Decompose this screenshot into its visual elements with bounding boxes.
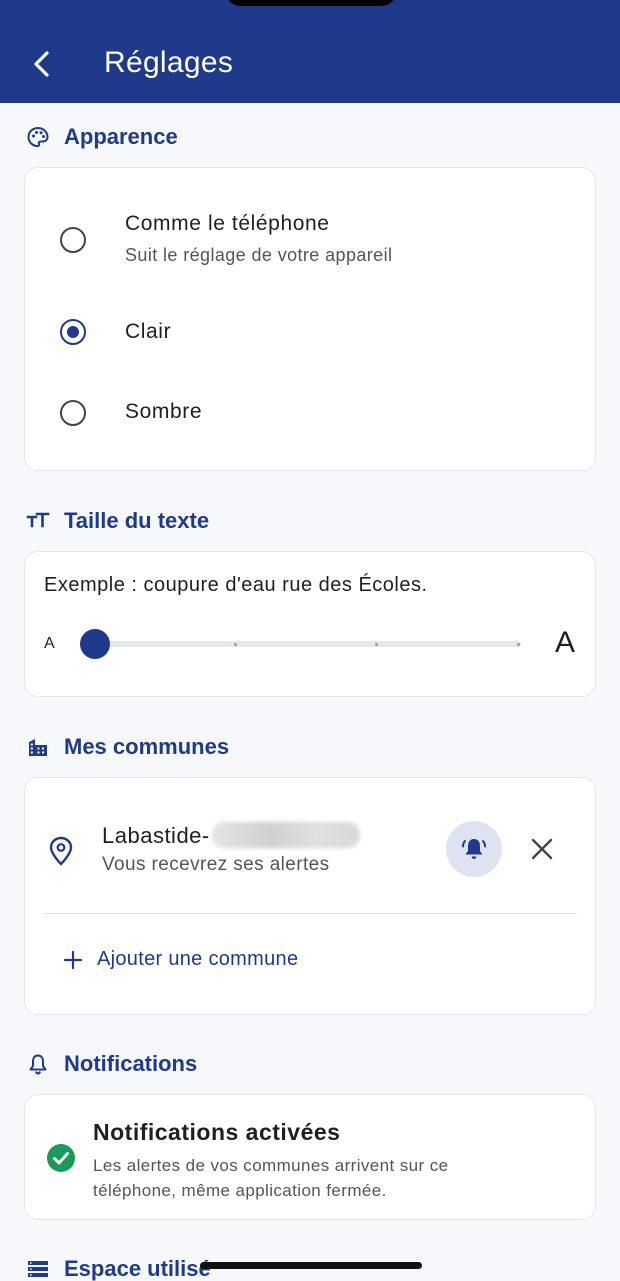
plus-icon <box>63 950 83 969</box>
section-title-text: Taille du texte <box>64 508 210 533</box>
appearance-option-dark[interactable]: Sombre <box>25 378 595 448</box>
section-title-storage: Espace utilisé <box>26 1256 211 1281</box>
check-circle-icon <box>46 1143 76 1173</box>
list-icon <box>26 1257 50 1281</box>
option-label: Comme le téléphone <box>125 212 330 235</box>
text-size-icon <box>26 509 50 533</box>
buildings-icon <box>26 735 50 759</box>
text-size-slider-track[interactable] <box>93 641 521 647</box>
section-title-notifications: Notifications <box>26 1051 197 1077</box>
section-title-text: Mes communes <box>64 734 230 759</box>
appearance-option-light[interactable]: Clair <box>25 298 595 368</box>
text-size-sample: Exemple : coupure d'eau rue des Écoles. <box>44 574 428 596</box>
option-subtitle: Suit le réglage de votre appareil <box>125 245 393 265</box>
camera-notch <box>226 0 396 6</box>
redacted-name <box>211 822 360 848</box>
slider-tick <box>375 642 378 646</box>
add-commune-label: Ajouter une commune <box>97 948 299 970</box>
home-indicator <box>200 1262 422 1269</box>
commune-subtitle: Vous recevrez ses alertes <box>102 854 330 875</box>
text-size-slider-thumb[interactable] <box>80 629 110 659</box>
close-icon <box>531 838 553 860</box>
text-size-large-label: A <box>555 626 576 659</box>
divider <box>44 913 577 914</box>
appearance-option-system[interactable]: Comme le téléphone Suit le réglage de vo… <box>25 168 595 308</box>
slider-tick <box>234 642 237 646</box>
notifications-status-title: Notifications activées <box>93 1119 341 1145</box>
palette-icon <box>26 125 50 149</box>
chevron-left-icon <box>34 51 49 77</box>
commune-name: Labastide- <box>102 822 360 849</box>
appearance-card: Comme le téléphone Suit le réglage de vo… <box>24 167 596 471</box>
commune-name-text: Labastide- <box>102 823 210 848</box>
section-title-text: Notifications <box>64 1051 198 1076</box>
bell-ringing-icon <box>462 839 486 859</box>
option-label: Sombre <box>125 400 203 423</box>
communes-card: Labastide- Vous recevrez ses alertes Ajo… <box>24 777 596 1015</box>
section-title-appearance: Apparence <box>26 124 178 150</box>
text-size-card: Exemple : coupure d'eau rue des Écoles. … <box>24 551 596 697</box>
radio-light[interactable] <box>60 319 86 345</box>
section-title-text: Apparence <box>64 124 178 149</box>
slider-tick <box>517 642 520 646</box>
notifications-card: Notifications activées Les alertes de vo… <box>24 1094 596 1220</box>
back-button[interactable] <box>22 42 62 86</box>
option-label: Clair <box>125 320 172 343</box>
app-header: Réglages <box>0 0 620 103</box>
page-title: Réglages <box>104 46 234 79</box>
radio-system[interactable] <box>60 227 86 253</box>
location-pin-icon <box>47 836 75 866</box>
add-commune-button[interactable]: Ajouter une commune <box>63 948 298 971</box>
section-title-text-size: Taille du texte <box>26 508 209 534</box>
remove-commune-button[interactable] <box>527 834 557 864</box>
section-title-text: Espace utilisé <box>64 1256 211 1281</box>
section-title-communes: Mes communes <box>26 734 229 760</box>
radio-dark[interactable] <box>60 400 86 426</box>
text-size-small-label: A <box>44 635 55 652</box>
commune-alert-toggle-button[interactable] <box>446 821 502 877</box>
bell-outline-icon <box>26 1052 50 1076</box>
notifications-status-desc: Les alertes de vos communes arrivent sur… <box>93 1156 449 1200</box>
